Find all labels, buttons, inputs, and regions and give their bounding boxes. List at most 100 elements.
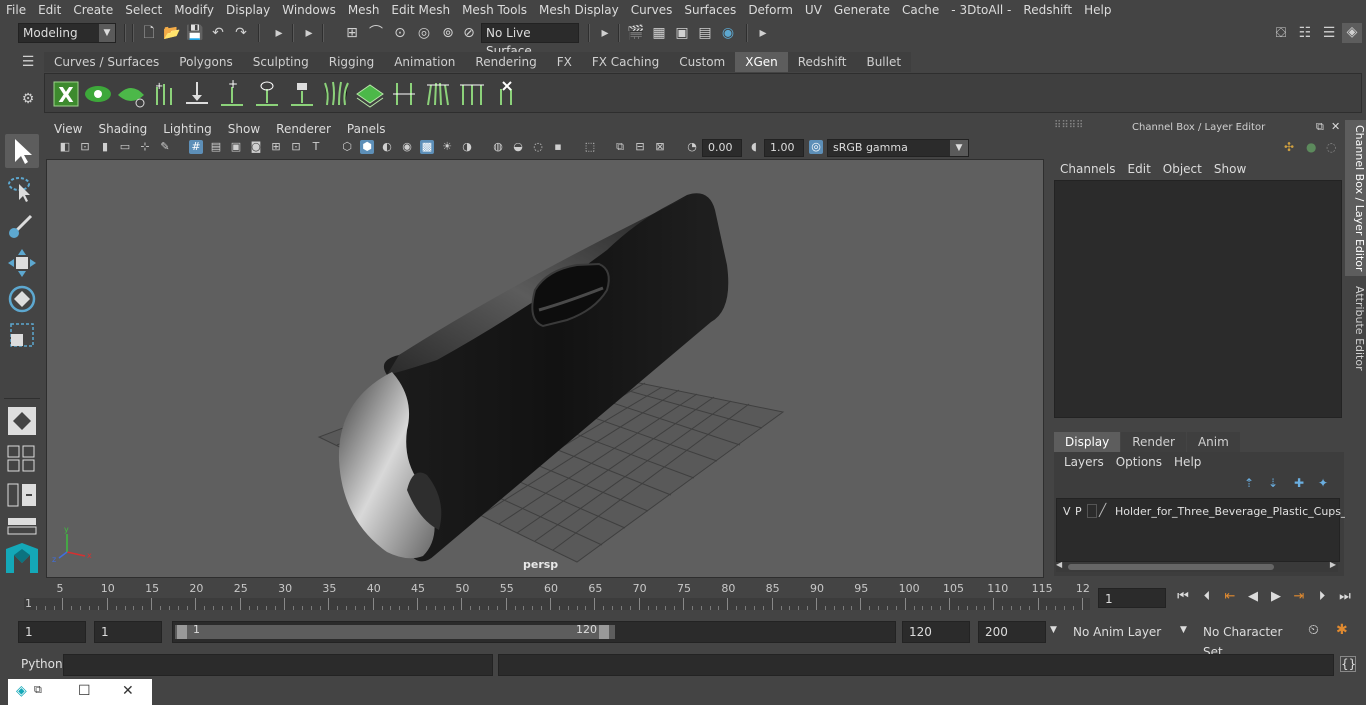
xgen-lock-icon[interactable] [287,79,317,109]
animation-start-field[interactable]: 1 [18,621,86,643]
color-space-selector[interactable]: sRGB gamma ▼ [827,139,969,157]
snap-view-icon[interactable]: ◎ [415,24,433,42]
menu-help[interactable]: Help [1078,3,1117,17]
range-start-handle[interactable] [177,625,187,639]
lasso-tool[interactable] [5,172,39,206]
shelf-tab-animation[interactable]: Animation [384,52,466,72]
viewport-menu-view[interactable]: View [46,120,90,138]
xgen-hair-icon[interactable] [321,79,351,109]
xgen-eye-icon[interactable] [83,79,113,109]
menu-redshift[interactable]: Redshift [1017,3,1078,17]
key-indicator-icon[interactable]: ● [1306,140,1316,154]
menu-mesh[interactable]: Mesh [342,3,386,17]
grid-toggle-icon[interactable]: ⊹ [138,140,152,154]
script-language-toggle[interactable]: Python [21,657,63,671]
camera-lock-icon[interactable]: ⊡ [78,140,92,154]
live-surface-icon[interactable]: ⊘ [460,24,478,42]
shadows-icon[interactable]: ◑ [460,140,474,154]
soft-select-tool[interactable] [5,404,39,438]
shelf-tab-rigging[interactable]: Rigging [318,52,385,72]
menu-mesh-display[interactable]: Mesh Display [533,3,625,17]
gamma-field[interactable]: 1.00 [764,139,804,157]
resolution-gate-icon[interactable]: ▣ [229,140,243,154]
live-surface-field[interactable]: No Live Surface [481,23,579,58]
xgen-leaf-icon[interactable] [116,79,146,109]
xgen-editor-icon[interactable]: X [51,79,81,109]
shelf-tab-sculpting[interactable]: Sculpting [242,52,319,72]
redo-icon[interactable]: ↷ [232,24,250,42]
script-editor-icon[interactable]: {} [1340,656,1356,672]
layer-type-toggle[interactable] [1087,504,1097,518]
xgen-delete-icon[interactable] [491,79,521,109]
film-gate-icon[interactable]: ▤ [209,140,223,154]
layer-tab-render[interactable]: Render [1121,432,1186,452]
scrollbar-thumb[interactable] [1068,564,1274,570]
viewport-menu-shading[interactable]: Shading [90,120,155,138]
range-slider-fill[interactable] [175,625,615,639]
step-forward-key-icon[interactable]: ⇥ [1290,588,1308,606]
xray-icon[interactable]: ⧉ [613,140,627,154]
shelf-tab-bullet[interactable]: Bullet [856,52,912,72]
safe-title-icon[interactable]: T [309,140,323,154]
layout-four-view-button[interactable] [6,444,38,474]
range-slider[interactable]: 1 120 [172,621,896,643]
viewport-menu-show[interactable]: Show [220,120,268,138]
scroll-right-icon[interactable]: ▶ [1330,560,1336,569]
layer-menu-layers[interactable]: Layers [1058,455,1110,469]
menu-edit[interactable]: Edit [32,3,67,17]
menu-create[interactable]: Create [67,3,119,17]
undo-icon[interactable]: ↶ [209,24,227,42]
xgen-length-icon[interactable] [389,79,419,109]
character-set-selector[interactable]: No Character Set [1196,621,1300,659]
go-to-start-icon[interactable]: ⏮ [1174,588,1192,606]
anti-aliasing-icon[interactable]: ◌ [531,140,545,154]
time-slider[interactable]: 5 10 15 20 25 30 35 40 45 50 55 60 65 70 75 80 85 90 95 100… [20,580,1092,612]
ipr-render-icon[interactable]: ▣ [673,24,691,42]
backface-icon[interactable]: ⊠ [653,140,667,154]
current-frame-field[interactable]: 1 [1098,588,1166,608]
textured-icon[interactable]: ▩ [420,140,434,154]
chevron-down-icon[interactable]: ▼ [1050,625,1057,635]
layer-tab-display[interactable]: Display [1054,432,1121,452]
arrow-right-icon[interactable]: ▸ [754,24,772,42]
isolate-select-icon[interactable]: ⬚ [583,140,597,154]
step-forward-icon[interactable]: ⏵ [1313,588,1331,606]
ambient-occlusion-icon[interactable]: ◍ [491,140,505,154]
menu-select[interactable]: Select [119,3,168,17]
move-layer-up-icon[interactable]: ⇡ [1244,476,1254,490]
new-layer-icon[interactable]: ✚ [1294,476,1304,490]
arrow-right-icon[interactable]: ▸ [300,24,318,42]
xgen-cut-icon[interactable] [457,79,487,109]
shelf-tab-rendering[interactable]: Rendering [465,52,547,72]
anim-preferences-icon[interactable]: ✱ [1336,622,1348,638]
gate-mask-icon[interactable]: ◙ [249,140,263,154]
scroll-left-icon[interactable]: ◀ [1056,560,1062,569]
menu-windows[interactable]: Windows [276,3,342,17]
layer-playback-toggle[interactable]: P [1075,505,1082,518]
layer-list-scrollbar[interactable]: ◀ ▶ [1056,560,1338,572]
shelf-tab-fx-caching[interactable]: FX Caching [581,52,670,72]
exposure-field[interactable]: 0.00 [702,139,742,157]
snap-grid-icon[interactable]: ⊞ [343,24,361,42]
shelf-settings-icon[interactable]: ⚙ [19,90,37,108]
image-plane-icon[interactable]: ▭ [118,140,132,154]
menu-deform[interactable]: Deform [742,3,799,17]
select-tool[interactable] [5,134,39,168]
xgen-select-guide-icon[interactable] [252,79,282,109]
move-layer-down-icon[interactable]: ⇣ [1268,476,1278,490]
menu-display[interactable]: Display [220,3,276,17]
channel-settings-icon[interactable]: ◌ [1326,140,1336,154]
channel-menu-channels[interactable]: Channels [1054,160,1122,178]
gamma-icon[interactable]: ◖ [747,140,761,154]
shelf-menu-icon[interactable]: ☰ [19,53,37,71]
default-material-icon[interactable]: ◉ [400,140,414,154]
wireframe-on-shaded-icon[interactable]: ◐ [380,140,394,154]
shelf-tab-polygons[interactable]: Polygons [169,52,243,72]
shelf-tab-custom[interactable]: Custom [669,52,736,72]
layer-name[interactable]: Holder_for_Three_Beverage_Plastic_Cups_B… [1115,505,1357,518]
shelf-tab-fx[interactable]: FX [546,52,582,72]
channel-menu-edit[interactable]: Edit [1122,160,1157,178]
xgen-density-icon[interactable] [355,79,385,109]
float-panel-icon[interactable]: ⧉ [1316,120,1324,134]
hypershade-icon[interactable]: ◉ [719,24,737,42]
